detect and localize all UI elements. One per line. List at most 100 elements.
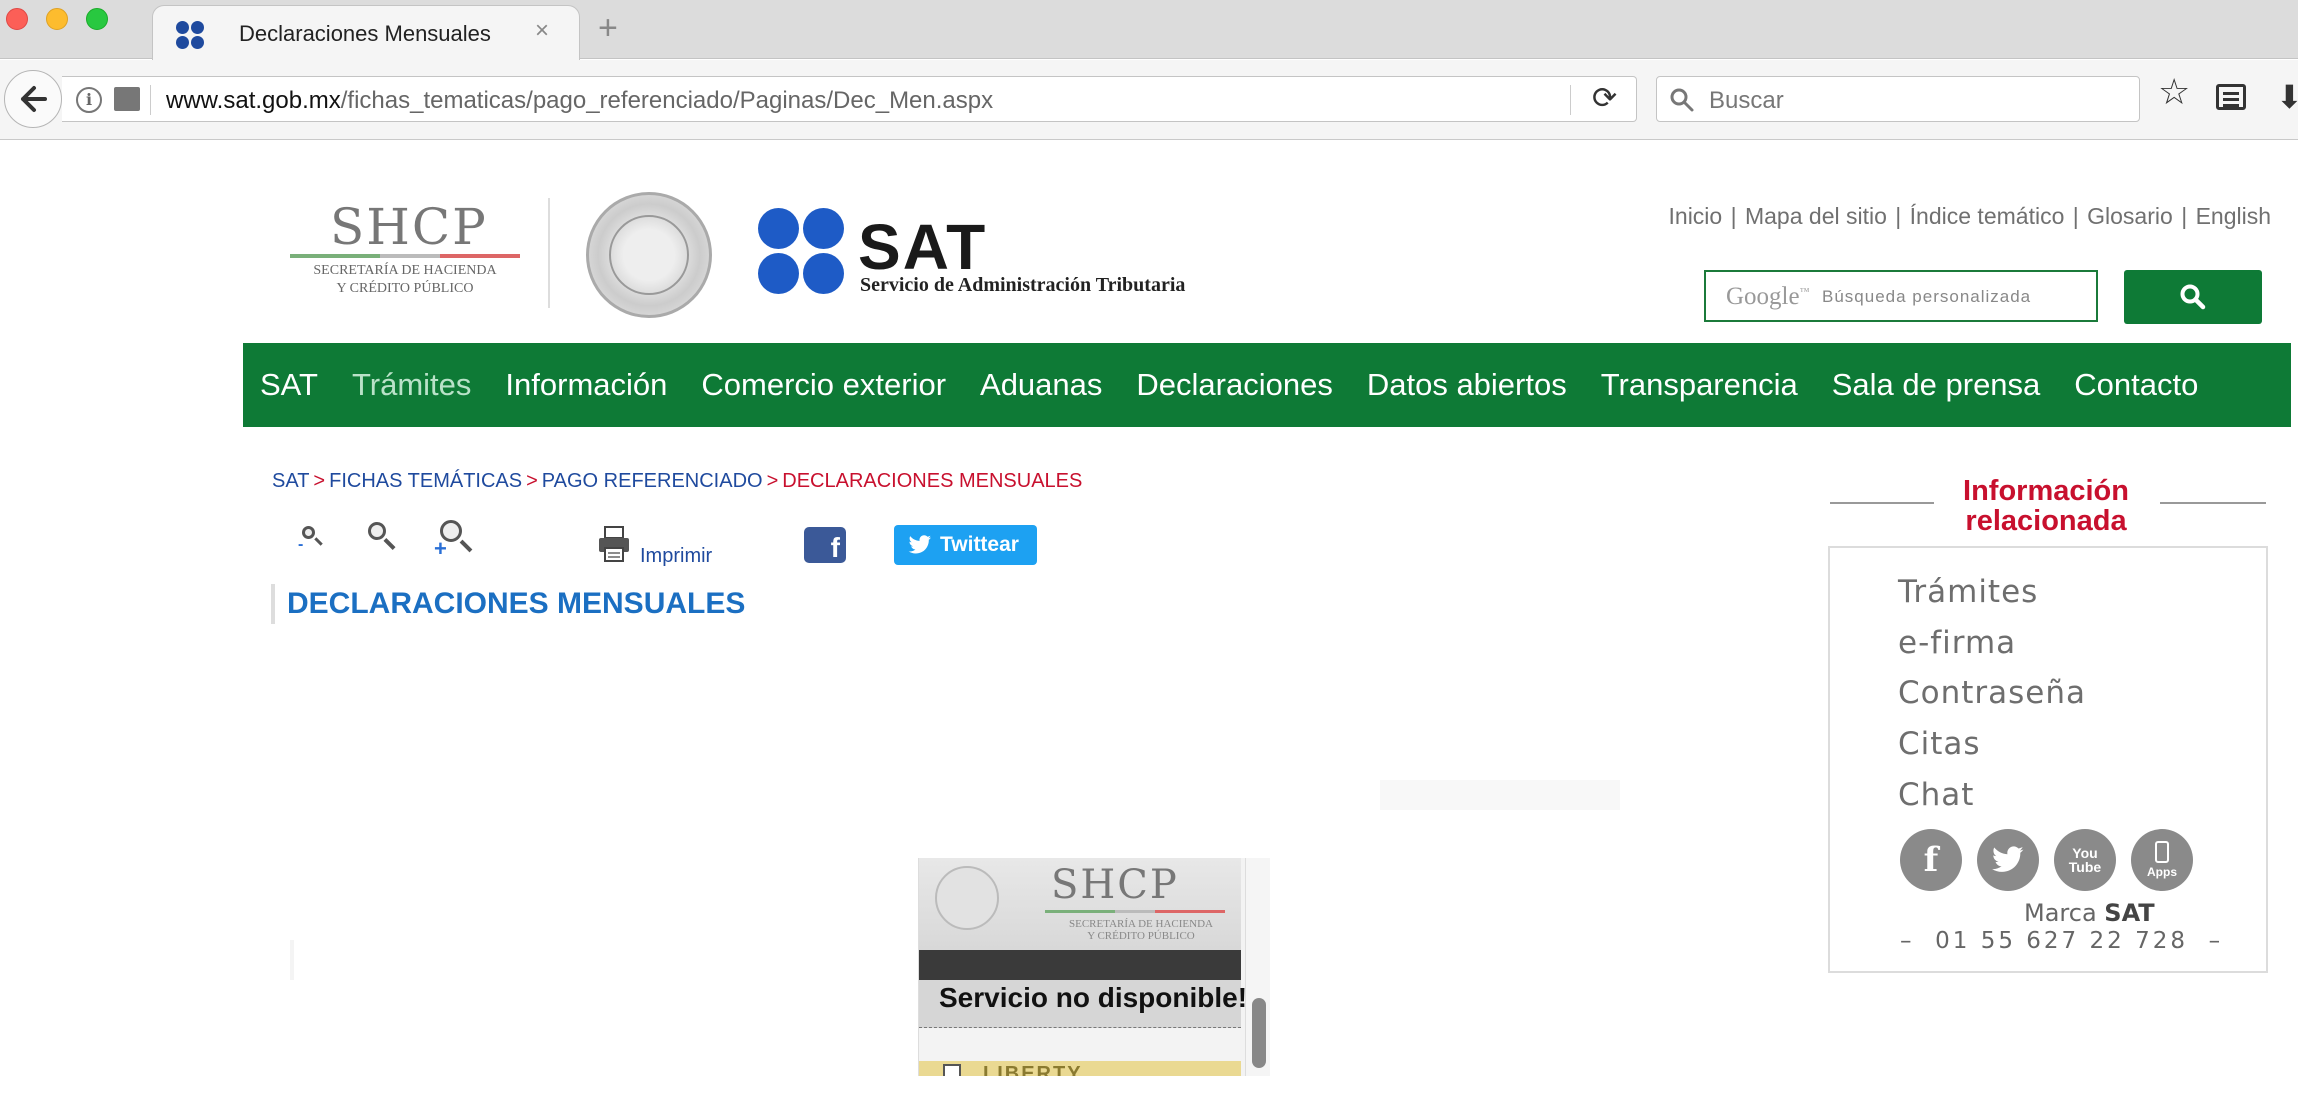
top-link-separator: | — [2181, 203, 2188, 229]
sat-logo-dots-icon[interactable] — [758, 208, 846, 296]
breadcrumb-separator: > — [766, 470, 779, 492]
twitter-icon[interactable] — [1977, 829, 2039, 891]
browser-search-input[interactable]: Buscar — [1656, 76, 2140, 122]
sidebar-title-line1: Información — [1963, 475, 2129, 507]
frame-logo-text: SHCP — [1051, 862, 1179, 908]
breadcrumb-pago[interactable]: PAGO REFERENCIADO — [542, 470, 763, 492]
sidebar-title: Información relacionada — [1828, 476, 2264, 536]
nav-item-informacion[interactable]: Información — [488, 367, 684, 403]
apps-glyph: Apps — [2147, 865, 2177, 879]
faint-artifact — [290, 940, 294, 980]
shcp-logo[interactable]: SHCP SECRETARÍA DE HACIENDA Y CRÉDITO PÚ… — [290, 198, 520, 308]
frame-scrollbar-thumb[interactable] — [1252, 998, 1266, 1068]
logo-bar-gray — [380, 254, 440, 258]
nav-item-sala-de-prensa[interactable]: Sala de prensa — [1815, 367, 2058, 403]
top-link-separator: | — [1895, 203, 1902, 229]
nav-item-contacto[interactable]: Contacto — [2057, 367, 2215, 403]
frame-seal-icon — [935, 866, 999, 930]
sidebar-link-contrasena[interactable]: Contraseña — [1898, 675, 2086, 711]
breadcrumb-separator: > — [313, 470, 326, 492]
sidebar-link-citas[interactable]: Citas — [1898, 726, 1981, 762]
breadcrumb-current: DECLARACIONES MENSUALES — [782, 470, 1083, 492]
marca-brand: SAT — [2104, 899, 2155, 927]
nav-item-tramites[interactable]: Trámites — [335, 367, 488, 403]
print-link[interactable]: Imprimir — [640, 545, 712, 568]
youtube-icon[interactable]: You Tube — [2054, 829, 2116, 891]
shcp-sub-line-2: Y CRÉDITO PÚBLICO — [336, 281, 474, 296]
page-icon — [114, 87, 140, 111]
frame-header: SHCP SECRETARÍA DE HACIENDA Y CRÉDITO PÚ… — [919, 858, 1241, 950]
print-icon[interactable] — [598, 526, 630, 562]
sat-logo-text[interactable]: SAT — [858, 215, 987, 279]
sat-favicon-icon — [175, 20, 205, 50]
tweet-button[interactable]: Twittear — [894, 525, 1037, 565]
mexico-seal-icon — [586, 192, 712, 318]
top-link-mapa[interactable]: Mapa del sitio — [1745, 203, 1887, 229]
breadcrumb-sat[interactable]: SAT — [272, 470, 309, 492]
frame-logo-subtitle: SECRETARÍA DE HACIENDA Y CRÉDITO PÚBLICO — [1069, 918, 1213, 942]
top-link-indice[interactable]: Índice temático — [1910, 203, 2065, 229]
top-link-glosario[interactable]: Glosario — [2087, 203, 2173, 229]
sidebar-title-line2: relacionada — [1965, 505, 2127, 537]
tweet-label: Twittear — [940, 533, 1019, 556]
embedded-content-frame[interactable]: SHCP SECRETARÍA DE HACIENDA Y CRÉDITO PÚ… — [918, 858, 1270, 1076]
site-search-button[interactable] — [2124, 270, 2262, 324]
browser-toolbar: i www.sat.gob.mx/fichas_tematicas/pago_r… — [0, 60, 2298, 140]
logo-bar-red — [440, 254, 520, 258]
apps-icon[interactable]: Apps — [2131, 829, 2193, 891]
minimize-window-button[interactable] — [46, 8, 68, 30]
close-tab-icon[interactable]: × — [535, 17, 549, 45]
search-icon — [1670, 88, 1694, 112]
sidebar-link-tramites[interactable]: Trámites — [1898, 574, 2038, 610]
frame-scrollbar[interactable] — [1245, 858, 1270, 1076]
nav-item-transparencia[interactable]: Transparencia — [1584, 367, 1815, 403]
twitter-bird-icon — [908, 535, 931, 554]
top-links: Inicio | Mapa del sitio | Índice temátic… — [1669, 203, 2271, 230]
close-window-button[interactable] — [6, 8, 28, 30]
back-arrow-icon — [21, 86, 47, 112]
reload-separator — [1570, 85, 1571, 115]
breadcrumb-fichas[interactable]: FICHAS TEMÁTICAS — [329, 470, 522, 492]
marca-label: Marca — [2024, 899, 2097, 927]
reading-list-icon[interactable] — [2216, 84, 2246, 110]
info-icon[interactable]: i — [76, 87, 102, 113]
nav-item-comercio-exterior[interactable]: Comercio exterior — [684, 367, 963, 403]
browser-tab[interactable]: Declaraciones Mensuales × — [152, 5, 580, 60]
facebook-icon[interactable]: f — [1900, 829, 1962, 891]
marca-sat-label: Marca SAT — [2024, 899, 2155, 927]
reload-icon[interactable]: ⟳ — [1592, 81, 1617, 116]
new-tab-button[interactable]: + — [598, 11, 618, 45]
tab-title: Declaraciones Mensuales — [239, 21, 491, 46]
top-link-inicio[interactable]: Inicio — [1669, 203, 1723, 229]
frame-checkbox[interactable] — [943, 1064, 961, 1076]
sidebar-link-chat[interactable]: Chat — [1898, 777, 1974, 813]
facebook-share-button[interactable]: f — [804, 527, 846, 563]
back-button[interactable] — [4, 70, 62, 128]
shcp-logo-subtitle: SECRETARÍA DE HACIENDA Y CRÉDITO PÚBLICO — [290, 262, 520, 298]
frame-logo-bars — [1045, 910, 1225, 913]
download-icon[interactable]: ⬇ — [2276, 78, 2298, 116]
search-icon — [2180, 284, 2206, 310]
breadcrumb: SAT > FICHAS TEMÁTICAS > PAGO REFERENCIADO > D… — [272, 470, 1082, 493]
sidebar-link-efirma[interactable]: e-firma — [1898, 625, 2016, 661]
frame-item-label: LIBERTY — [983, 1063, 1083, 1076]
site-search-input[interactable]: Google™ Búsqueda personalizada — [1704, 270, 2098, 322]
nav-item-aduanas[interactable]: Aduanas — [963, 367, 1119, 403]
breadcrumb-separator: > — [526, 470, 538, 492]
bookmark-star-icon[interactable]: ☆ — [2158, 74, 2190, 110]
phone-number[interactable]: 01 55 627 22 728 — [1935, 928, 2188, 954]
shcp-logo-text: SHCP — [330, 198, 488, 256]
site-search-placeholder: Búsqueda personalizada — [1822, 287, 2032, 306]
top-link-english[interactable]: English — [2196, 203, 2271, 229]
url-text[interactable]: www.sat.gob.mx/fichas_tematicas/pago_ref… — [166, 87, 993, 115]
logo-divider — [548, 198, 550, 308]
nav-item-datos-abiertos[interactable]: Datos abiertos — [1350, 367, 1584, 403]
facebook-icon: f — [830, 532, 840, 563]
shcp-sub-line-1: SECRETARÍA DE HACIENDA — [313, 263, 497, 278]
nav-item-declaraciones[interactable]: Declaraciones — [1119, 367, 1349, 403]
url-bar[interactable]: i www.sat.gob.mx/fichas_tematicas/pago_r… — [62, 76, 1637, 122]
zoom-window-button[interactable] — [86, 8, 108, 30]
phone-dash-left: – — [1900, 928, 1915, 954]
top-link-separator: | — [2072, 203, 2079, 229]
nav-item-sat[interactable]: SAT — [243, 367, 335, 403]
